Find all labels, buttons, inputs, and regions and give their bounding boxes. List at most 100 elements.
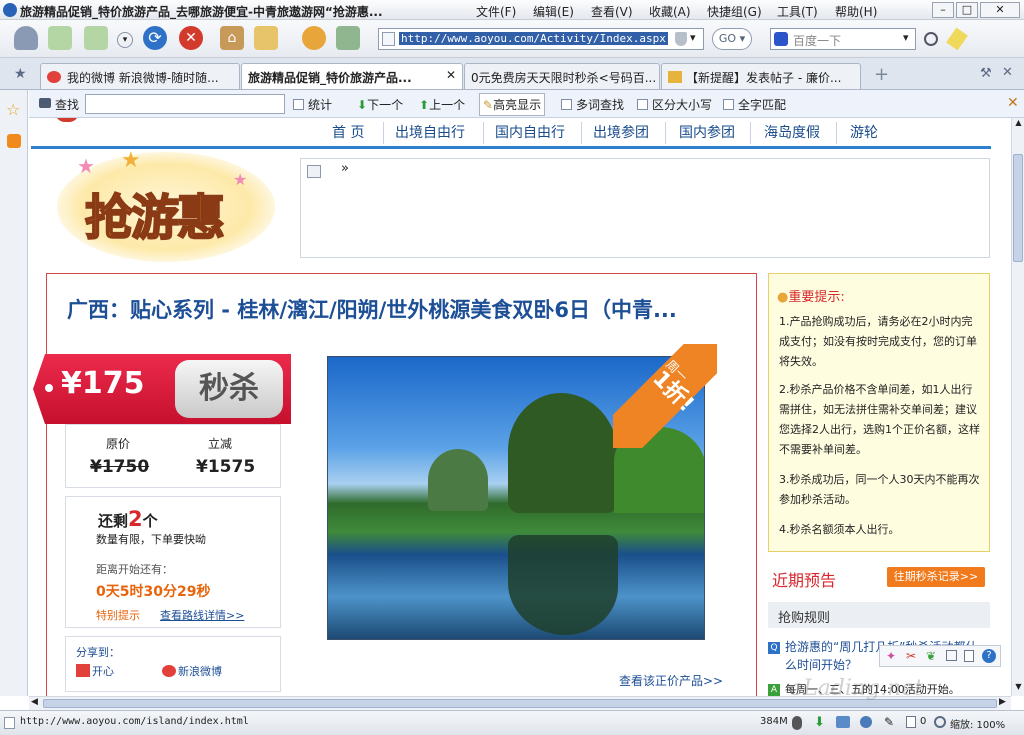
find-prev-button[interactable]: ⬆上一个 bbox=[419, 96, 465, 113]
minimize-button[interactable]: – bbox=[932, 2, 954, 18]
menu-tools[interactable]: 工具(T) bbox=[777, 3, 818, 20]
regular-product-link[interactable]: 查看该正价产品>> bbox=[619, 672, 723, 689]
close-find-icon[interactable]: ✕ bbox=[1007, 95, 1019, 111]
tab-weibo[interactable]: 我的微博 新浪微博-随时随... bbox=[40, 63, 240, 89]
route-detail-link[interactable]: 查看路线详情>> bbox=[160, 607, 244, 623]
multi-word-checkbox[interactable]: 多词查找 bbox=[561, 96, 624, 113]
home-icon[interactable]: ⌂ bbox=[220, 26, 244, 50]
user-icon[interactable] bbox=[14, 26, 38, 50]
edit-icon[interactable]: ✎ bbox=[884, 715, 894, 729]
favorites-add-icon[interactable] bbox=[254, 26, 278, 50]
download-icon[interactable]: ⬇ bbox=[814, 715, 825, 730]
nav-outbound-group[interactable]: 出境参团 bbox=[593, 122, 649, 142]
grid-icon[interactable] bbox=[946, 650, 957, 661]
scroll-right-icon[interactable]: ▶ bbox=[999, 697, 1006, 707]
search-input-placeholder[interactable]: 百度一下 bbox=[793, 32, 841, 49]
zoom-icon[interactable] bbox=[934, 716, 946, 728]
seckill-button[interactable]: 秒杀 bbox=[175, 360, 283, 418]
refresh-icon[interactable]: ⟳ bbox=[143, 26, 167, 50]
tips-panel: ●重要提示: 1.产品抢购成功后，请务必在2小时内完成支付；如没有按时完成支付，… bbox=[768, 273, 990, 552]
zoom-level[interactable]: 缩放: 100% bbox=[950, 716, 1005, 731]
user-status-icon[interactable] bbox=[860, 716, 872, 728]
tab-free-room[interactable]: 0元免费房天天限时秒杀<号码百... bbox=[464, 63, 660, 89]
baidu-paw-icon bbox=[774, 32, 788, 46]
stop-icon[interactable]: ✕ bbox=[179, 26, 203, 50]
scroll-left-icon[interactable]: ◀ bbox=[31, 697, 38, 707]
close-tab-bar-icon[interactable]: ✕ bbox=[1002, 65, 1013, 80]
wrench-icon[interactable]: ⚒ bbox=[980, 66, 992, 81]
highlight-button[interactable]: ✎高亮显示 bbox=[479, 93, 546, 116]
page-icon[interactable] bbox=[336, 26, 360, 50]
block-count: 0 bbox=[920, 716, 927, 727]
count-checkbox[interactable]: 统计 bbox=[293, 96, 332, 113]
clock-icon[interactable] bbox=[302, 26, 326, 50]
case-checkbox[interactable]: 区分大小写 bbox=[637, 96, 712, 113]
back-icon[interactable] bbox=[48, 26, 72, 50]
search-dropdown-icon[interactable]: ▾ bbox=[903, 31, 909, 44]
menu-favorites[interactable]: 收藏(A) bbox=[649, 3, 691, 20]
tab-aoyou-active[interactable]: 旅游精品促销_特价旅游产品... ✕ bbox=[241, 63, 463, 89]
tab-close-icon[interactable]: ✕ bbox=[446, 68, 456, 82]
product-title[interactable]: 广西：贴心系列 - 桂林/漓江/阳朔/世外桃源美食双卧6日（中青... bbox=[67, 294, 677, 324]
history-dropdown-icon[interactable]: ▾ bbox=[117, 32, 133, 48]
address-bar[interactable]: http://www.aoyou.com/Activity/Index.aspx… bbox=[378, 28, 704, 50]
block-count-icon[interactable] bbox=[906, 716, 916, 728]
menu-shortcut-group[interactable]: 快捷组(G) bbox=[707, 3, 762, 20]
favorites-star-icon[interactable]: ★ bbox=[14, 66, 27, 82]
security-shield-icon[interactable] bbox=[675, 32, 687, 46]
history-button[interactable]: 往期秒杀记录>> bbox=[887, 567, 985, 587]
help-icon[interactable]: ? bbox=[982, 649, 996, 663]
network-icon[interactable] bbox=[836, 716, 850, 728]
nav-domestic-free[interactable]: 国内自由行 bbox=[495, 122, 565, 142]
multi-label: 多词查找 bbox=[576, 98, 625, 112]
search-box[interactable]: 百度一下 ▾ bbox=[770, 28, 916, 50]
arrow-up-icon: ⬆ bbox=[419, 98, 430, 112]
leaf-icon[interactable]: ❦ bbox=[926, 649, 936, 663]
find-next-button[interactable]: ⬇下一个 bbox=[357, 96, 403, 113]
menu-edit[interactable]: 编辑(E) bbox=[533, 3, 574, 20]
menu-file[interactable]: 文件(F) bbox=[476, 3, 516, 20]
menu-help[interactable]: 帮助(H) bbox=[835, 3, 877, 20]
scroll-up-icon[interactable]: ▲ bbox=[1013, 118, 1024, 131]
nav-home[interactable]: 首 页 bbox=[332, 122, 364, 142]
scroll-thumb[interactable] bbox=[1013, 154, 1023, 262]
save-icon[interactable] bbox=[307, 165, 321, 178]
expand-icon[interactable]: » bbox=[341, 161, 349, 176]
rules-header: 抢购规则 bbox=[768, 602, 990, 628]
highlighter-icon[interactable] bbox=[946, 27, 968, 51]
close-window-button[interactable]: ✕ bbox=[980, 2, 1020, 18]
special-tip-link[interactable]: 特别提示 bbox=[96, 607, 140, 623]
address-dropdown-icon[interactable]: ▾ bbox=[690, 31, 696, 44]
share-kaixin[interactable]: 开心 bbox=[76, 663, 114, 679]
nav-domestic-group[interactable]: 国内参团 bbox=[679, 122, 735, 142]
rss-icon[interactable] bbox=[7, 134, 21, 148]
tip-4: 4.秒杀名额须本人出行。 bbox=[779, 523, 900, 536]
tab-forum-post[interactable]: 【新提醒】发表帖子 - 廉价... bbox=[661, 63, 861, 89]
scissors-icon[interactable]: ✂ bbox=[906, 649, 916, 663]
search-icon[interactable] bbox=[924, 32, 938, 46]
new-tab-icon[interactable]: + bbox=[874, 64, 889, 85]
menu-view[interactable]: 查看(V) bbox=[591, 3, 633, 20]
sparkle-icon[interactable]: ✦ bbox=[886, 649, 896, 663]
vertical-scrollbar[interactable]: ▲ ▼ bbox=[1011, 118, 1024, 696]
find-input[interactable] bbox=[85, 94, 285, 114]
forward-icon[interactable] bbox=[84, 26, 108, 50]
scroll-down-icon[interactable]: ▼ bbox=[1013, 682, 1024, 695]
maximize-button[interactable]: □ bbox=[956, 2, 978, 18]
go-button[interactable]: GO ▾ bbox=[712, 28, 752, 50]
star-icon: ★ bbox=[233, 170, 248, 189]
nav-outbound-free[interactable]: 出境自由行 bbox=[395, 122, 465, 142]
star-icon: ★ bbox=[77, 154, 95, 178]
whole-word-checkbox[interactable]: 全字匹配 bbox=[723, 96, 786, 113]
share-kaixin-label: 开心 bbox=[92, 665, 114, 678]
favorites-sidebar-icon[interactable]: ☆ bbox=[6, 100, 20, 119]
nav-cruise[interactable]: 游轮 bbox=[850, 122, 878, 142]
remaining-prefix: 还剩 bbox=[98, 512, 129, 530]
floating-toolbar[interactable]: ✦ ✂ ❦ ? bbox=[879, 645, 1001, 667]
mouse-icon[interactable] bbox=[792, 716, 802, 730]
tab-label: 0元免费房天天限时秒杀<号码百... bbox=[471, 71, 657, 85]
address-url[interactable]: http://www.aoyou.com/Activity/Index.aspx bbox=[399, 32, 668, 45]
document-icon[interactable] bbox=[964, 650, 974, 662]
nav-island[interactable]: 海岛度假 bbox=[764, 122, 820, 142]
share-weibo[interactable]: 新浪微博 bbox=[162, 663, 222, 679]
